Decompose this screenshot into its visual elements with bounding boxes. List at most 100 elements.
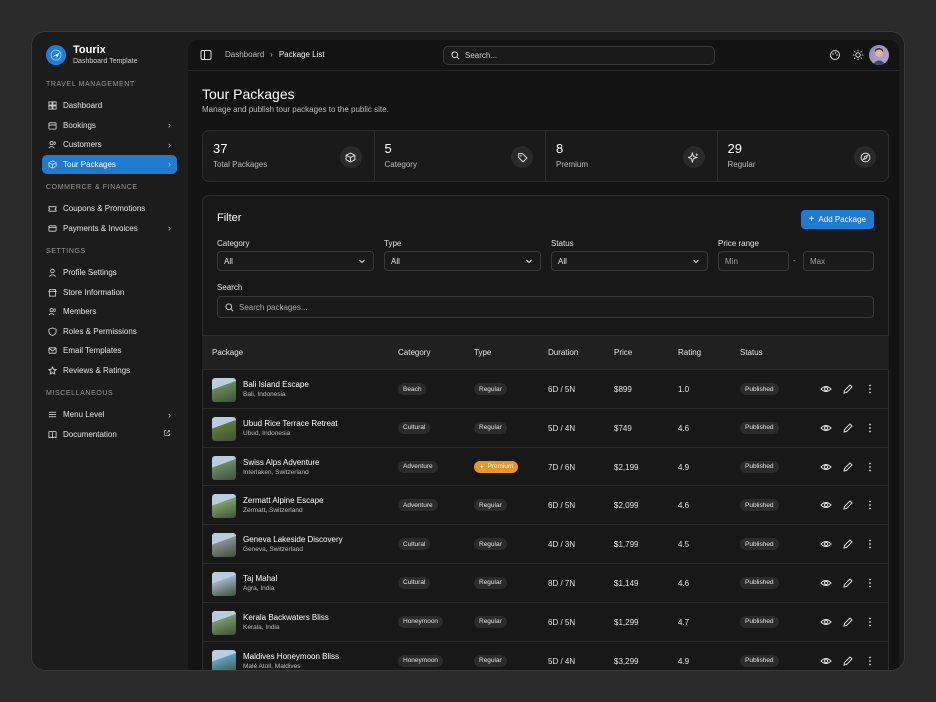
eye-icon[interactable] (820, 422, 832, 434)
package-name[interactable]: Swiss Alps Adventure (243, 458, 319, 467)
package-name[interactable]: Bali Island Escape (243, 380, 309, 389)
eye-icon[interactable] (820, 577, 832, 589)
add-package-label: Add Package (818, 215, 866, 224)
add-package-button[interactable]: + Add Package (800, 210, 874, 229)
page-subtitle: Manage and publish tour packages to the … (202, 105, 389, 114)
breadcrumb-item[interactable]: Dashboard (225, 50, 264, 59)
type-select[interactable]: All (384, 251, 541, 271)
eye-icon[interactable] (820, 499, 832, 511)
global-search-input[interactable]: Search... (443, 46, 715, 65)
eye-icon[interactable] (820, 616, 832, 628)
package-name[interactable]: Kerala Backwaters Bliss (243, 613, 329, 622)
package-name[interactable]: Maldives Honeymoon Bliss (243, 652, 339, 661)
sidebar-item-bookings[interactable]: Bookings › (42, 116, 177, 136)
price-cell: $1,799 (614, 540, 639, 550)
table-row[interactable]: Ubud Rice Terrace Retreat Ubud, Indonesia… (202, 407, 889, 447)
chevron-right-icon: › (168, 139, 171, 150)
pencil-icon[interactable] (842, 461, 854, 473)
sidebar-item-dashboard[interactable]: Dashboard (42, 96, 177, 116)
package-location: Bali, Indonesia (243, 391, 286, 398)
filter-panel: Filter + Add Package Category All Type A… (202, 195, 889, 670)
sidebar-item-menu-level[interactable]: Menu Level › (42, 405, 177, 425)
sidebar-item-email-templates[interactable]: Email Templates (42, 341, 177, 361)
star-icon (48, 365, 57, 375)
duration-cell: 8D / 7N (548, 578, 576, 588)
sidebar-item-tour-packages[interactable]: Tour Packages › (42, 154, 177, 174)
category-select-value: All (224, 256, 233, 266)
avatar[interactable] (869, 45, 889, 65)
package-name[interactable]: Zermatt Alpine Escape (243, 496, 323, 505)
sidebar-item-coupons-promotions[interactable]: Coupons & Promotions (42, 199, 177, 219)
category-badge: Cultural (398, 576, 431, 589)
package-name[interactable]: Taj Mahal (243, 574, 277, 583)
table-row[interactable]: Zermatt Alpine Escape Zermatt, Switzerlan… (202, 485, 889, 524)
pencil-icon[interactable] (842, 616, 854, 628)
status-select[interactable]: All (551, 251, 708, 271)
table-row[interactable]: Geneva Lakeside Discovery Geneva, Switzer… (202, 524, 889, 563)
status-badge: Published (740, 538, 779, 551)
more-vertical-icon[interactable] (864, 499, 876, 511)
sidebar-nav: TRAVEL MANAGEMENT Dashboard Bookings › Custo… (42, 81, 177, 444)
pencil-icon[interactable] (842, 577, 854, 589)
eye-icon[interactable] (820, 538, 832, 550)
more-vertical-icon[interactable] (864, 383, 876, 395)
more-vertical-icon[interactable] (864, 577, 876, 589)
duration-cell: 7D / 6N (548, 462, 576, 472)
header-status[interactable]: Status (740, 348, 763, 357)
sidebar-item-roles-permissions[interactable]: Roles & Permissions (42, 322, 177, 342)
more-vertical-icon[interactable] (864, 461, 876, 473)
sidebar-item-payments-invoices[interactable]: Payments & Invoices › (42, 219, 177, 239)
package-thumbnail (212, 416, 236, 441)
header-rating[interactable]: Rating (678, 348, 701, 357)
more-vertical-icon[interactable] (864, 655, 876, 667)
rating-cell: 4.9 (678, 462, 690, 472)
nav-section-label: SETTINGS (46, 248, 86, 255)
package-name[interactable]: Ubud Rice Terrace Retreat (243, 419, 338, 428)
category-select[interactable]: All (217, 251, 374, 271)
sidebar-item-documentation[interactable]: Documentation (42, 425, 177, 445)
header-package[interactable]: Package (212, 348, 243, 357)
sun-icon[interactable] (852, 49, 864, 61)
sidebar-item-customers[interactable]: Customers › (42, 135, 177, 155)
pencil-icon[interactable] (842, 383, 854, 395)
table-row[interactable]: Bali Island Escape Bali, Indonesia Beach Re… (202, 369, 889, 408)
palette-icon[interactable] (829, 49, 841, 61)
more-vertical-icon[interactable] (864, 538, 876, 550)
header-type[interactable]: Type (474, 348, 491, 357)
eye-icon[interactable] (820, 461, 832, 473)
sidebar-item-profile-settings[interactable]: Profile Settings (42, 263, 177, 283)
table-row[interactable]: Taj Mahal Agra, India Cultural Regular 8D / … (202, 562, 889, 602)
plus-icon: + (808, 213, 815, 225)
sidebar-item-store-information[interactable]: Store Information (42, 283, 177, 303)
sidebar-toggle-icon[interactable] (200, 49, 212, 61)
package-name[interactable]: Geneva Lakeside Discovery (243, 535, 343, 544)
header-price[interactable]: Price (614, 348, 632, 357)
eye-icon[interactable] (820, 655, 832, 667)
header-duration[interactable]: Duration (548, 348, 578, 357)
table-row[interactable]: Kerala Backwaters Bliss Kerala, India Hone… (202, 601, 889, 641)
pencil-icon[interactable] (842, 655, 854, 667)
sidebar-item-members[interactable]: Members (42, 302, 177, 322)
stat-card: 37 Total Packages (203, 131, 375, 181)
nav-section: COMMERCE & FINANCE Coupons & Promotions Pa… (42, 184, 177, 238)
package-search-input[interactable]: Search packages... (217, 296, 874, 318)
table-row[interactable]: Maldives Honeymoon Bliss Malé Atoll, Mald… (202, 640, 889, 670)
eye-icon[interactable] (820, 383, 832, 395)
header-category[interactable]: Category (398, 348, 430, 357)
type-badge: Regular (474, 576, 507, 589)
more-vertical-icon[interactable] (864, 616, 876, 628)
table-row[interactable]: Swiss Alps Adventure Interlaken, Switzerl… (202, 446, 889, 486)
pencil-icon[interactable] (842, 538, 854, 550)
rating-cell: 4.5 (678, 540, 690, 550)
chevron-right-icon: › (168, 409, 171, 420)
sidebar-item-reviews-ratings[interactable]: Reviews & Ratings (42, 361, 177, 381)
status-badge: Published (740, 654, 779, 667)
pencil-icon[interactable] (842, 422, 854, 434)
pencil-icon[interactable] (842, 499, 854, 511)
duration-cell: 4D / 3N (548, 540, 576, 550)
price-min-input[interactable]: Min (718, 251, 789, 271)
more-vertical-icon[interactable] (864, 422, 876, 434)
page-title: Tour Packages (202, 86, 295, 102)
price-max-input[interactable]: Max (803, 251, 874, 271)
brand[interactable]: Tourix Dashboard Template (46, 44, 177, 65)
